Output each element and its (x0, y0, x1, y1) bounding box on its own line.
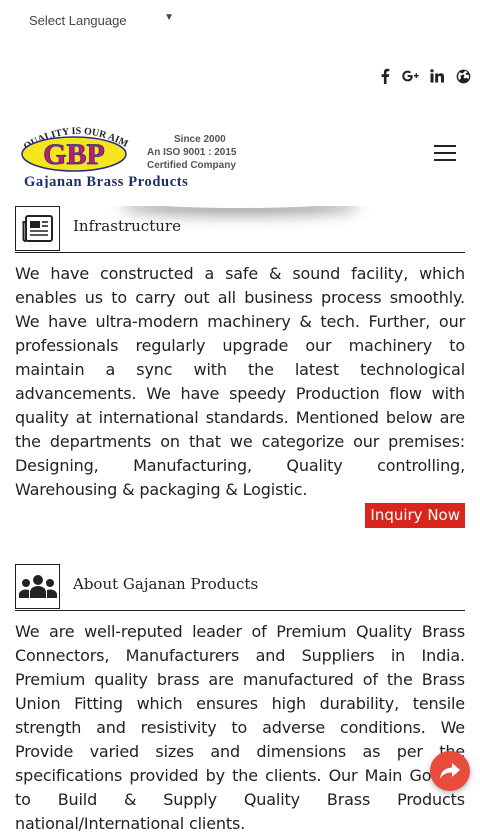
social-links (372, 66, 476, 86)
section-title: About Gajanan Products (73, 575, 259, 593)
logo-certified: Certified Company (147, 160, 236, 171)
section-title: Infrastructure (73, 217, 181, 235)
section-body-about: We are well-reputed leader of Premium Qu… (15, 622, 465, 833)
logo-since: Since 2000 (174, 134, 226, 145)
people-group-icon (15, 564, 60, 609)
newspaper-icon (15, 206, 60, 251)
globe-icon[interactable] (450, 66, 476, 86)
section-header-about: About Gajanan Products (15, 564, 465, 611)
logo-monogram: GBP (43, 138, 105, 171)
brand-logo[interactable]: QUALITY IS OUR AIM GBP Since 2000 An ISO… (16, 122, 266, 190)
linkedin-icon[interactable] (424, 66, 450, 86)
language-select-label: Select Language (29, 13, 127, 28)
section-header-infrastructure: Infrastructure (15, 206, 465, 253)
language-select[interactable]: Select Language ▼ (18, 5, 184, 35)
menu-toggle-icon[interactable] (434, 145, 456, 161)
section-body-infrastructure: We have constructed a safe & sound facil… (15, 264, 465, 499)
facebook-icon[interactable] (372, 66, 398, 86)
site-header: QUALITY IS OUR AIM GBP Since 2000 An ISO… (0, 112, 480, 206)
inquiry-now-button[interactable]: Inquiry Now (365, 503, 465, 528)
logo-company-name: Gajanan Brass Products (24, 174, 188, 188)
share-arrow-icon (440, 763, 460, 779)
share-button[interactable] (430, 751, 470, 791)
google-plus-icon[interactable] (398, 66, 424, 86)
dropdown-arrow-icon: ▼ (164, 12, 174, 23)
logo-iso: An ISO 9001 : 2015 (147, 147, 237, 158)
